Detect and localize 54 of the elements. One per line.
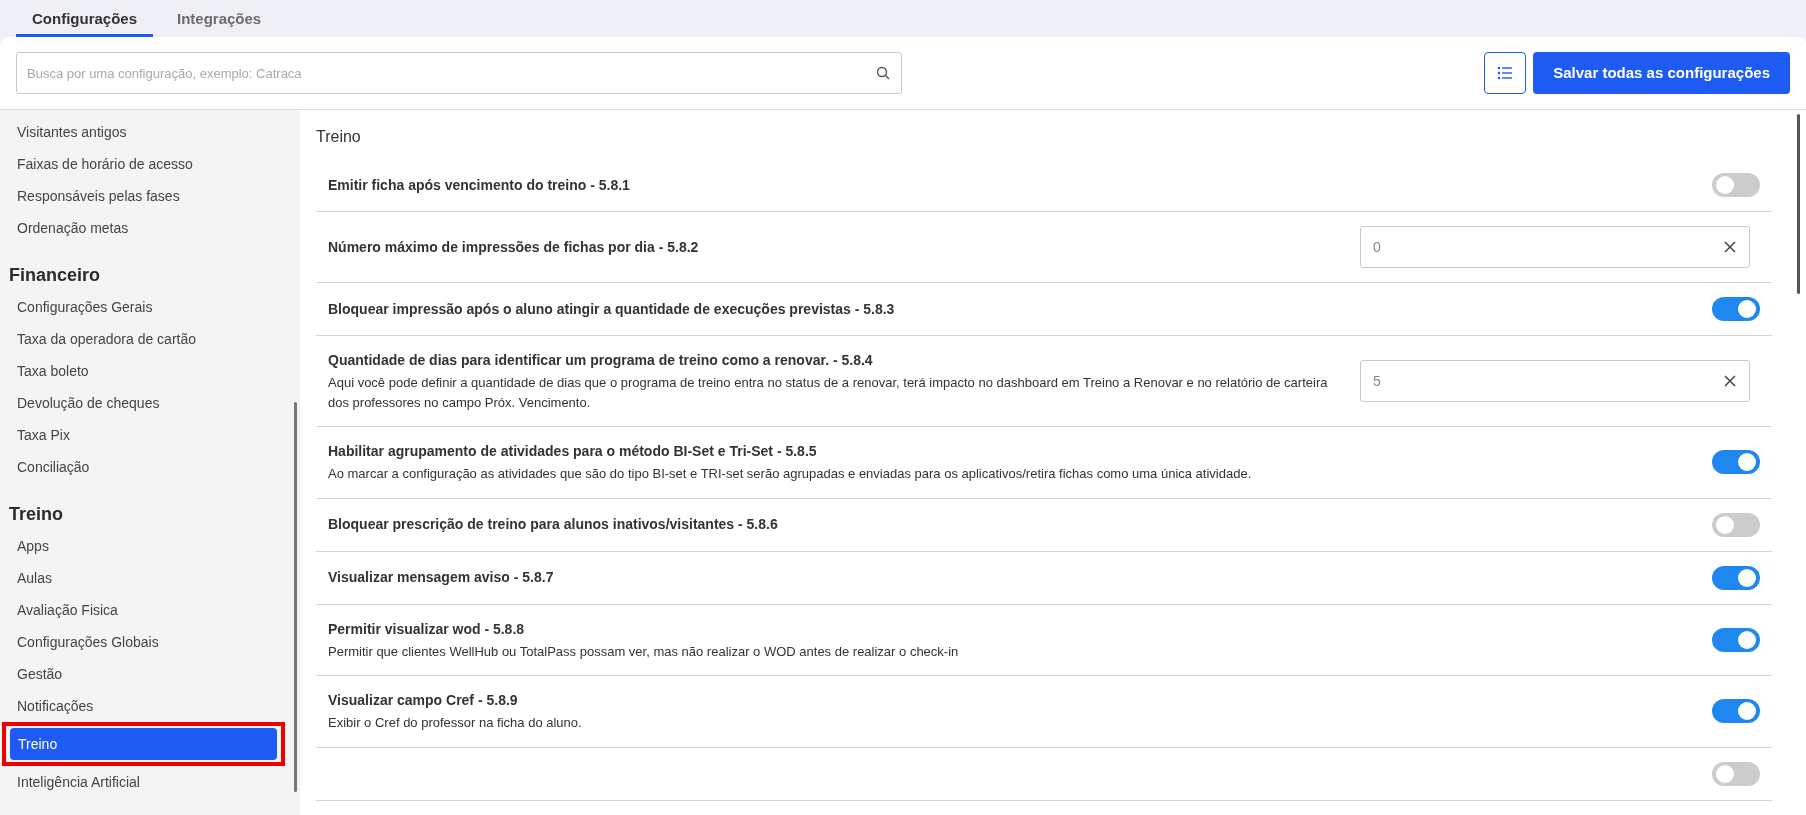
sidebar-item[interactable]: Devolução de cheques — [0, 387, 300, 419]
list-icon — [1497, 66, 1514, 80]
sidebar-item[interactable]: Apps — [0, 530, 300, 562]
search-icon — [876, 66, 890, 80]
scrollbar[interactable] — [1797, 114, 1800, 294]
toggle-switch[interactable] — [1712, 173, 1760, 197]
sidebar-item[interactable]: Avaliação Fisica — [0, 594, 300, 626]
sidebar-item[interactable]: Aulas — [0, 562, 300, 594]
setting-description: Exibir o Cref do professor na ficha do aluno. — [328, 714, 583, 732]
list-view-button[interactable] — [1484, 52, 1527, 94]
search-field[interactable]: Busca por uma configuração, exemplo: Catraca — [16, 52, 902, 94]
setting-title: Visualizar mensagem aviso - 5.8.7 — [328, 568, 555, 587]
toggle-switch[interactable] — [1712, 450, 1760, 475]
toggle-switch[interactable] — [1712, 297, 1760, 321]
toggle-switch[interactable] — [1712, 699, 1760, 724]
sidebar-item[interactable]: Configurações Globais — [0, 626, 300, 658]
sidebar-item[interactable]: Gestão — [0, 658, 300, 690]
setting-title: Habilitar agrupamento de atividades para o método BI-Set e Tri-Set - 5.8.5 — [328, 442, 818, 461]
setting-title: Emitir ficha após vencimento do treino - 5.8.1 — [328, 175, 631, 195]
sidebar-item[interactable]: Taxa Pix — [0, 419, 300, 451]
toggle-switch[interactable] — [1712, 565, 1760, 590]
toggle-switch[interactable] — [1712, 627, 1760, 652]
clear-icon[interactable] — [1724, 241, 1736, 253]
scrollbar[interactable] — [294, 402, 297, 792]
save-all-button[interactable]: Salvar todas as configurações — [1533, 52, 1790, 94]
sidebar-item[interactable]: Taxa da operadora de cartão — [0, 323, 300, 355]
sidebar-item[interactable]: Treino — [10, 728, 277, 760]
sidebar-item[interactable]: Visitantes antigos — [0, 116, 300, 148]
clear-icon[interactable] — [1724, 375, 1736, 387]
tab[interactable]: Integrações — [161, 0, 278, 37]
setting-description: Permitir que clientes WellHub ou TotalPass possam ver, mas não realizar o WOD antes de realizar o check-in — [328, 642, 960, 661]
number-field[interactable]: 5 — [1360, 360, 1750, 402]
section-title: Treino — [316, 127, 362, 147]
sidebar-heading: Treino — [8, 503, 64, 526]
toggle-switch[interactable] — [1712, 512, 1760, 537]
sidebar-item[interactable]: Configurações Gerais — [0, 291, 300, 323]
setting-title: Permitir visualizar wod - 5.8.8 — [328, 619, 526, 639]
setting-title: Visualizar campo Cref - 5.8.9 — [328, 691, 519, 710]
sidebar-item[interactable]: Conciliação — [0, 451, 300, 483]
setting-description: Aqui você pode definir a quantidade de dias que o programa de treino entra no status de a renovar, terá impacto no dashboard em Treino a Renovar e no relatório de carteira dos professores no campo Próx. Vencimento. — [328, 374, 1329, 412]
sidebar-item[interactable]: Ordenação metas — [0, 212, 300, 244]
setting-description: Ao marcar a configuração as atividades que são do tipo BI-set e TRI-set serão agrupadas e enviadas para os aplicativos/retira fichas como uma única atividade. — [328, 465, 1253, 483]
number-field[interactable]: 0 — [1360, 226, 1750, 268]
setting-title: Bloquear prescrição de treino para alunos inativos/visitantes - 5.8.6 — [328, 515, 779, 534]
sidebar-item[interactable]: Responsáveis pelas fases — [0, 180, 300, 212]
setting-title: Número máximo de impressões de fichas por dia - 5.8.2 — [328, 237, 700, 257]
sidebar-item[interactable]: Faixas de horário de acesso — [0, 148, 300, 180]
sidebar-item[interactable]: Inteligência Artificial — [0, 766, 300, 798]
setting-title: Quantidade de dias para identificar um programa de treino como a renovar. - 5.8.4 — [328, 351, 874, 370]
setting-title: Bloquear impressão após o aluno atingir a quantidade de execuções previstas - 5.8.3 — [328, 299, 896, 319]
toggle-switch[interactable] — [1712, 761, 1760, 786]
sidebar-heading: Financeiro — [8, 264, 102, 287]
sidebar-item[interactable]: Notificações — [0, 690, 300, 722]
sidebar-item[interactable]: Taxa boleto — [0, 355, 300, 387]
